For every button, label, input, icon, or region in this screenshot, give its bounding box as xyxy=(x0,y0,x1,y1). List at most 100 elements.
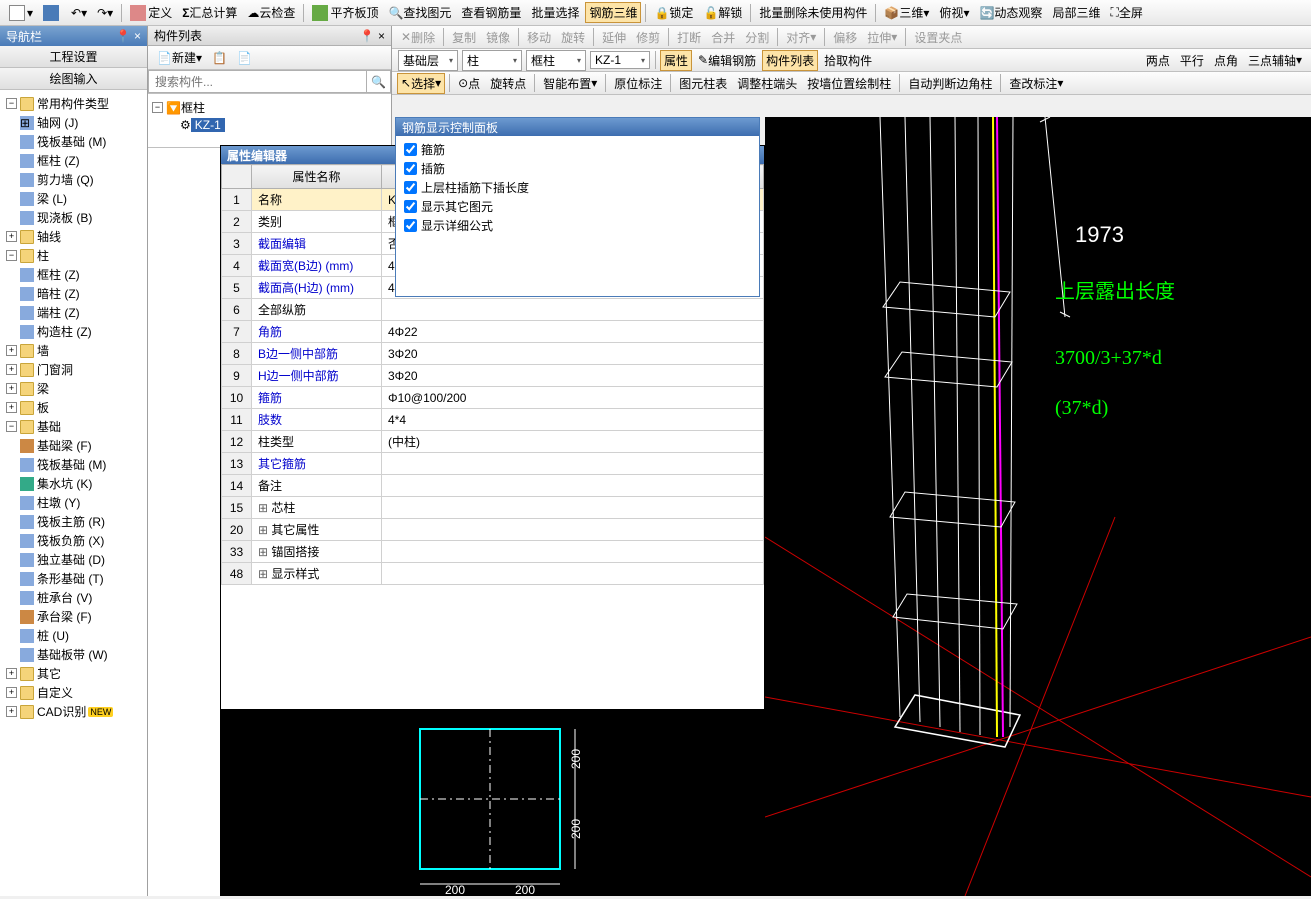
prop-row[interactable]: 10箍筋Φ10@100/200 xyxy=(222,387,764,409)
name-combo[interactable]: KZ-1 xyxy=(590,51,650,69)
topview-btn[interactable]: 俯视▾ xyxy=(935,2,973,23)
origin-label-btn[interactable]: 原位标注 xyxy=(610,73,666,94)
find-elem-btn[interactable]: 🔍 查找图元 xyxy=(384,2,455,23)
rotate-pt-btn[interactable]: 旋转点 xyxy=(486,73,530,94)
elem-col-table-btn[interactable]: 图元柱表 xyxy=(675,73,731,94)
popup-checkbox-item[interactable]: 箍筋 xyxy=(404,140,751,159)
tree-column[interactable]: −柱 xyxy=(2,246,145,265)
tree-pile[interactable]: 桩 (U) xyxy=(16,626,145,645)
view-label-btn[interactable]: 查改标注▾ xyxy=(1005,73,1067,94)
search-btn[interactable]: 🔍 xyxy=(367,70,391,93)
tree-other[interactable]: +其它 xyxy=(2,664,145,683)
align-btn[interactable]: 对齐▾ xyxy=(782,27,820,48)
prop-row[interactable]: 33⊞ 锚固搭接 xyxy=(222,541,764,563)
tree-base-strip[interactable]: 基础板带 (W) xyxy=(16,645,145,664)
parallel-btn[interactable]: 平行 xyxy=(1176,50,1208,71)
move-btn[interactable]: 移动 xyxy=(523,27,555,48)
pt-angle-btn[interactable]: 点角 xyxy=(1210,50,1242,71)
adjust-end-btn[interactable]: 调整柱端头 xyxy=(733,73,801,94)
stretch-btn[interactable]: 拉伸▾ xyxy=(863,27,901,48)
prop-row[interactable]: 48⊞ 显示样式 xyxy=(222,563,764,585)
prop-row[interactable]: 6全部纵筋 xyxy=(222,299,764,321)
popup-checkbox-item[interactable]: 显示详细公式 xyxy=(404,216,751,235)
auto-corner-btn[interactable]: 自动判断边角柱 xyxy=(904,73,996,94)
section-draw[interactable]: 绘图输入 xyxy=(0,68,147,90)
prop-row[interactable]: 7角筋4Φ22 xyxy=(222,321,764,343)
break-btn[interactable]: 打断 xyxy=(673,27,705,48)
viewport-3d[interactable]: 1973 上层露出长度 3700/3+37*d (37*d) xyxy=(765,117,1311,896)
tree-pier[interactable]: 柱墩 (Y) xyxy=(16,493,145,512)
local-3d-btn[interactable]: 局部三维 xyxy=(1048,2,1104,23)
pin-icon[interactable]: 📍 xyxy=(360,29,375,43)
prop-row[interactable]: 9H边一侧中部筋3Φ20 xyxy=(222,365,764,387)
popup-checkbox-item[interactable]: 显示其它图元 xyxy=(404,197,751,216)
batch-delete-btn[interactable]: 批量删除未使用构件 xyxy=(755,2,871,23)
trim-btn[interactable]: 修剪 xyxy=(632,27,664,48)
tree-strip-found[interactable]: 条形基础 (T) xyxy=(16,569,145,588)
tree-found-beam[interactable]: 基础梁 (F) xyxy=(16,436,145,455)
set-grip-btn[interactable]: 设置夹点 xyxy=(910,27,966,48)
copy-btn[interactable]: 复制 xyxy=(448,27,480,48)
tree-cast-slab[interactable]: 现浇板 (B) xyxy=(16,208,145,227)
type-combo[interactable]: 柱 xyxy=(462,50,522,71)
sum-calc-btn[interactable]: Σ 汇总计算 xyxy=(178,2,241,23)
comp-tool-2[interactable]: 📄 xyxy=(233,49,256,67)
comp-root[interactable]: − 🔽 框柱 xyxy=(152,98,387,117)
mirror-btn[interactable]: 镜像 xyxy=(482,27,514,48)
edit-rebar-btn[interactable]: ✎ 编辑钢筋 xyxy=(694,50,760,71)
tree-shear-wall[interactable]: 剪力墙 (Q) xyxy=(16,170,145,189)
tree-kz[interactable]: 框柱 (Z) xyxy=(16,265,145,284)
point-btn[interactable]: ⊙ 点 xyxy=(454,73,484,94)
unlock-btn[interactable]: 🔓 解锁 xyxy=(699,2,746,23)
prop-row[interactable]: 14备注 xyxy=(222,475,764,497)
prop-row[interactable]: 13其它箍筋 xyxy=(222,453,764,475)
subtype-combo[interactable]: 框柱 xyxy=(526,50,586,71)
prop-row[interactable]: 12柱类型(中柱) xyxy=(222,431,764,453)
three-pt-btn[interactable]: 三点辅轴▾ xyxy=(1244,50,1306,71)
fullscreen-btn[interactable]: ⛶ 全屏 xyxy=(1106,2,1146,23)
level-top-btn[interactable]: 平齐板顶 xyxy=(308,2,382,23)
section-settings[interactable]: 工程设置 xyxy=(0,46,147,68)
tree-custom[interactable]: +自定义 xyxy=(2,683,145,702)
tree-axis[interactable]: +轴线 xyxy=(2,227,145,246)
tree-raft-bot[interactable]: 筏板负筋 (X) xyxy=(16,531,145,550)
props-btn[interactable]: 属性 xyxy=(660,50,692,71)
tree-cad[interactable]: +CAD识别NEW xyxy=(2,702,145,721)
tree-wall[interactable]: +墙 xyxy=(2,341,145,360)
popup-checkbox-item[interactable]: 上层柱插筋下插长度 xyxy=(404,178,751,197)
dynamic-view-btn[interactable]: 🔄 动态观察 xyxy=(975,2,1046,23)
popup-checkbox-item[interactable]: 插筋 xyxy=(404,159,751,178)
comp-list-btn[interactable]: 构件列表 xyxy=(762,50,818,71)
tree-common[interactable]: −常用构件类型 xyxy=(2,94,145,113)
tree-raft-base[interactable]: 筏板基础 (M) xyxy=(16,132,145,151)
tree-dark-col[interactable]: 暗柱 (Z) xyxy=(16,284,145,303)
tree-foundation[interactable]: −基础 xyxy=(2,417,145,436)
tree-raft[interactable]: 筏板基础 (M) xyxy=(16,455,145,474)
undo-btn[interactable]: ↶▾ xyxy=(67,4,91,22)
merge-btn[interactable]: 合并 xyxy=(707,27,739,48)
rebar-3d-btn[interactable]: 钢筋三维 xyxy=(585,2,641,23)
define-btn[interactable]: 定义 xyxy=(126,2,176,23)
split-btn[interactable]: 分割 xyxy=(741,27,773,48)
batch-select-btn[interactable]: 批量选择 xyxy=(527,2,583,23)
extend-btn[interactable]: 延伸 xyxy=(598,27,630,48)
popup-header[interactable]: 钢筋显示控制面板 xyxy=(396,118,759,136)
tree-iso-found[interactable]: 独立基础 (D) xyxy=(16,550,145,569)
tree-door-win[interactable]: +门窗洞 xyxy=(2,360,145,379)
tree-sump[interactable]: 集水坑 (K) xyxy=(16,474,145,493)
prop-row[interactable]: 8B边一侧中部筋3Φ20 xyxy=(222,343,764,365)
tree-frame-col[interactable]: 框柱 (Z) xyxy=(16,151,145,170)
prop-row[interactable]: 15⊞ 芯柱 xyxy=(222,497,764,519)
section-view[interactable]: 200 200 200 200 xyxy=(220,709,765,896)
cloud-check-btn[interactable]: ☁ 云检查 xyxy=(243,2,299,23)
view-rebar-btn[interactable]: 查看钢筋量 xyxy=(457,2,525,23)
pick-btn[interactable]: 拾取构件 xyxy=(820,50,876,71)
smart-layout-btn[interactable]: 智能布置▾ xyxy=(539,73,601,94)
rotate-btn[interactable]: 旋转 xyxy=(557,27,589,48)
save-btn[interactable] xyxy=(39,3,65,23)
close-icon[interactable]: × xyxy=(378,29,385,43)
tree-cap-beam[interactable]: 承台梁 (F) xyxy=(16,607,145,626)
tree-raft-top[interactable]: 筏板主筋 (R) xyxy=(16,512,145,531)
3d-btn[interactable]: 📦 三维▾ xyxy=(880,2,933,23)
lock-btn[interactable]: 🔒 锁定 xyxy=(650,2,697,23)
